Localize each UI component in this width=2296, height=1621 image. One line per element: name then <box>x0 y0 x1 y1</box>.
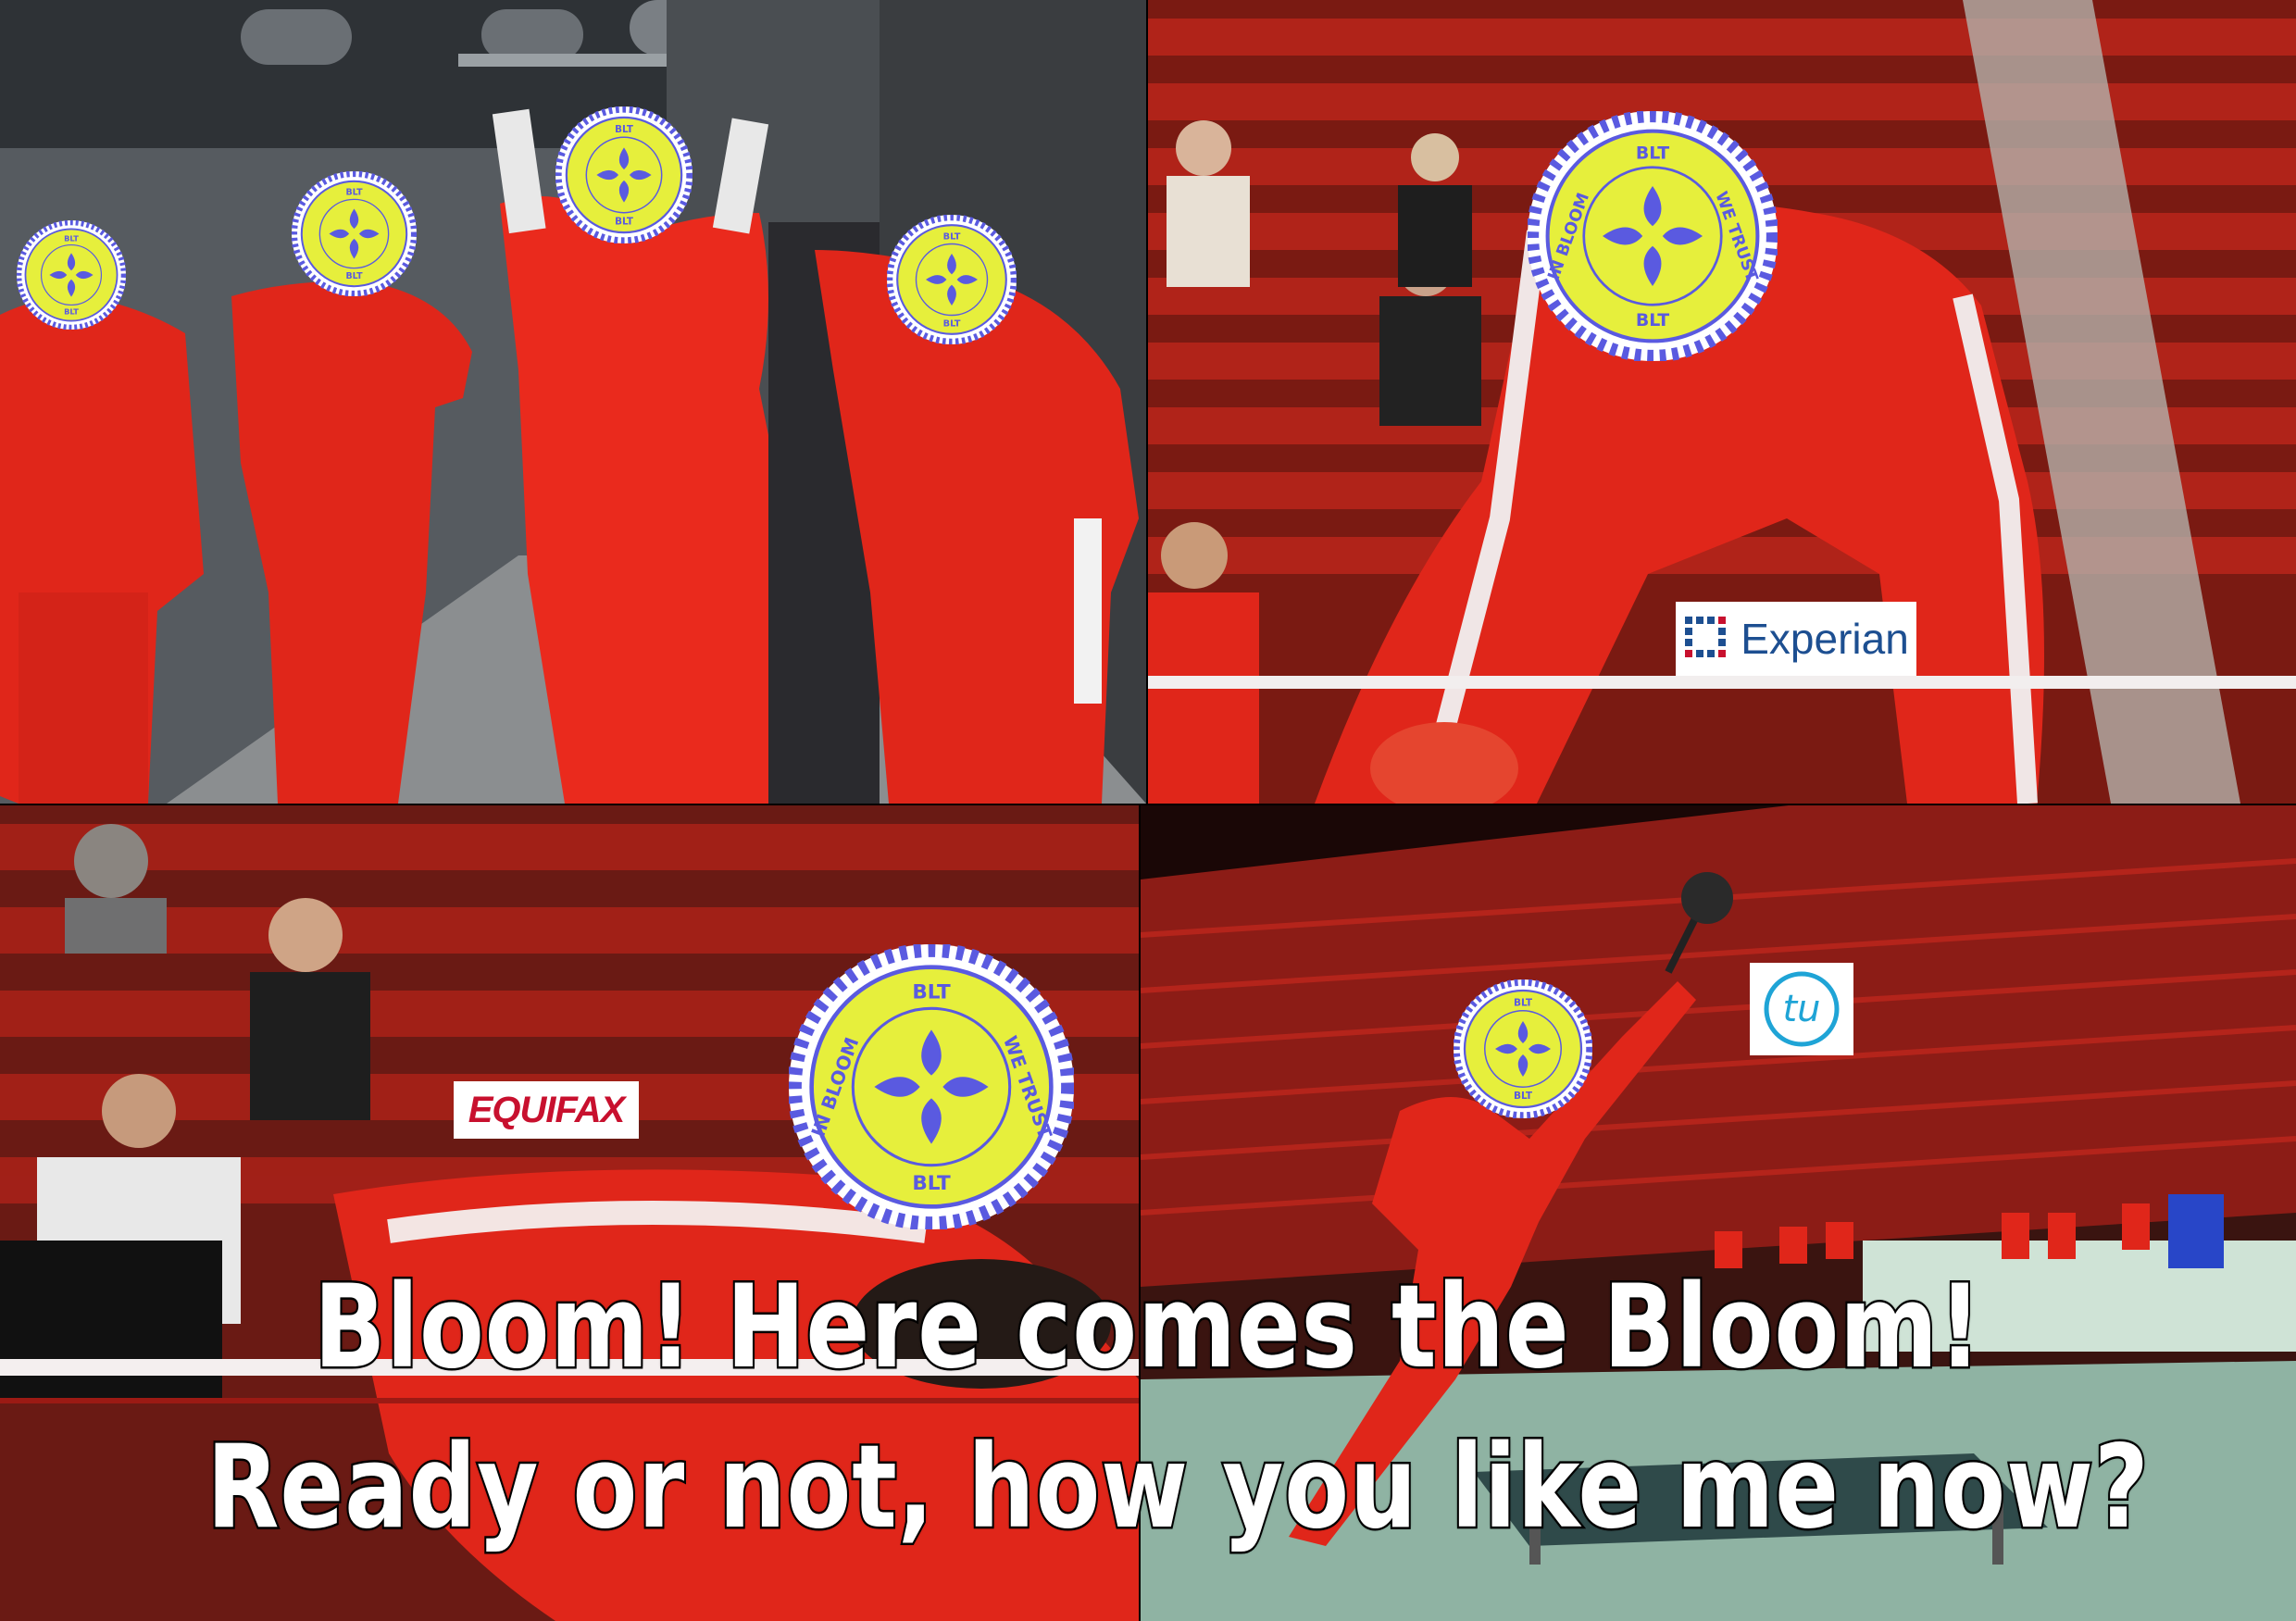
equifax-logo: EQUIFAX <box>454 1081 639 1139</box>
coin-icon-6: BLT BLT IN BLOOM WE TRUST <box>789 944 1074 1229</box>
svg-text:BLT: BLT <box>64 233 79 243</box>
coin-icon-2: BLT BLT <box>292 171 417 296</box>
svg-text:BLT: BLT <box>1636 143 1669 163</box>
coin-icon-1: BLT BLT <box>17 220 126 330</box>
transunion-logo: tu <box>1750 963 1853 1055</box>
caption-line-2: Ready or not, how you like me now? <box>205 1421 2151 1554</box>
experian-logo: Experian <box>1676 602 1916 676</box>
coin-icon-5: BLT BLT IN BLOOM WE TRUST <box>1528 111 1778 361</box>
svg-text:BLT: BLT <box>64 306 79 316</box>
equifax-wordmark: EQUIFAX <box>468 1089 626 1130</box>
experian-dots-icon <box>1685 617 1727 657</box>
svg-text:BLT: BLT <box>615 216 634 227</box>
transunion-mark: tu <box>1764 971 1840 1047</box>
svg-text:BLT: BLT <box>1514 1091 1533 1102</box>
svg-text:BLT: BLT <box>345 271 363 281</box>
experian-wordmark: Experian <box>1741 615 1909 663</box>
svg-text:BLT: BLT <box>943 318 961 329</box>
svg-text:BLT: BLT <box>1514 998 1533 1009</box>
coin-icon-4: BLT BLT <box>887 215 1017 344</box>
coin-icon-3: BLT BLT <box>555 106 693 243</box>
coin-icon-7: BLT BLT <box>1454 979 1592 1118</box>
svg-text:tu: tu <box>1782 988 1820 1030</box>
svg-text:BLT: BLT <box>615 124 634 135</box>
svg-text:BLT: BLT <box>912 1172 951 1195</box>
svg-text:BLT: BLT <box>345 188 363 198</box>
svg-text:BLT: BLT <box>1636 310 1669 330</box>
caption-line-1: Bloom! Here comes the Bloom! <box>312 1261 1983 1394</box>
svg-text:BLT: BLT <box>943 232 961 243</box>
svg-text:BLT: BLT <box>912 981 951 1004</box>
